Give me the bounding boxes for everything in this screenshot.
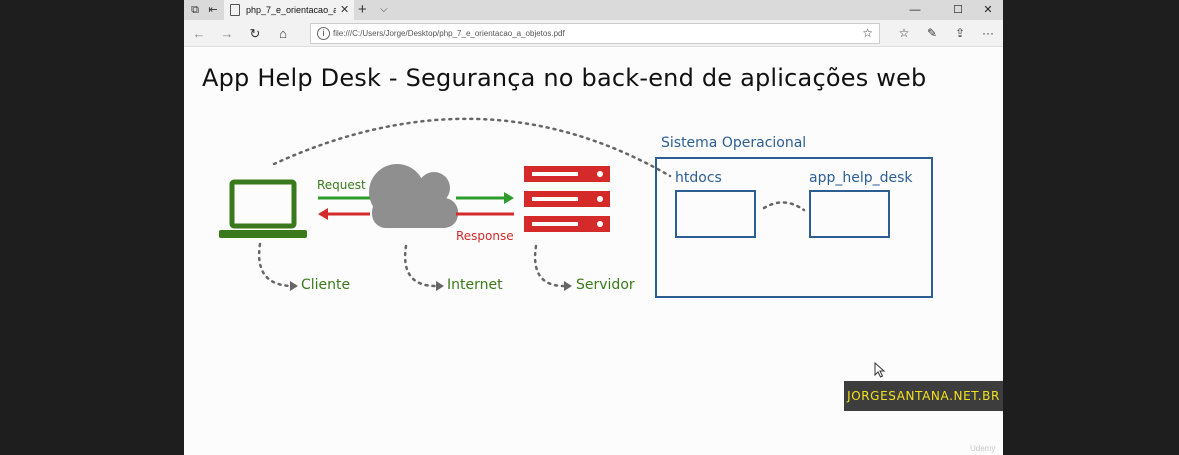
response-label: Response: [456, 229, 514, 243]
app-folder-box: [809, 190, 890, 238]
internet-label: Internet: [447, 277, 503, 293]
set-tabs-aside-icon[interactable]: ⇤: [206, 3, 220, 17]
tab-preview-icon[interactable]: ⧉: [188, 3, 202, 17]
os-label: Sistema Operacional: [661, 135, 807, 151]
letterbox-left: [0, 0, 184, 455]
tab-pdf[interactable]: php_7_e_orientacao_a_objetos ✕: [224, 0, 354, 20]
folder-link: [762, 201, 806, 212]
app-help-desk-label: app_help_desk: [809, 170, 913, 186]
favorites-icon[interactable]: ☆: [894, 24, 914, 43]
share-icon[interactable]: ⇪: [950, 24, 970, 43]
laptop-icon: [219, 179, 307, 238]
tab-bar: ⧉ ⇤ php_7_e_orientacao_a_objetos ✕ + ⌵ —…: [184, 0, 1003, 20]
url-input[interactable]: i file:///C:/Users/Jorge/Desktop/php_7_e…: [310, 23, 880, 44]
new-tab-button[interactable]: +: [358, 0, 367, 19]
info-icon[interactable]: i: [317, 27, 330, 40]
letterbox-right: [1003, 0, 1179, 455]
browser-window: ⧉ ⇤ php_7_e_orientacao_a_objetos ✕ + ⌵ —…: [184, 0, 1003, 455]
back-button[interactable]: ←: [188, 24, 210, 43]
tab-list-chevron-icon[interactable]: ⌵: [380, 0, 388, 20]
address-bar: ← → ↻ ⌂ i file:///C:/Users/Jorge/Desktop…: [184, 20, 1003, 47]
htdocs-label: htdocs: [675, 170, 722, 186]
page-icon: [230, 4, 240, 16]
more-menu-icon[interactable]: ···: [978, 24, 998, 43]
pdf-page: App Help Desk - Segurança no back-end de…: [184, 48, 1003, 455]
htdocs-folder-box: [675, 190, 756, 238]
close-window-button[interactable]: ✕: [973, 0, 1003, 20]
cliente-label: Cliente: [301, 277, 351, 293]
request-label: Request: [317, 178, 366, 192]
mouse-cursor-icon: [874, 362, 886, 378]
web-note-icon[interactable]: ✎: [922, 24, 942, 43]
forward-button[interactable]: →: [216, 24, 238, 43]
favorite-star-icon[interactable]: ☆: [862, 24, 873, 43]
watermark-badge: JORGESANTANA.NET.BR: [844, 381, 1003, 411]
tab-title: php_7_e_orientacao_a_objetos: [246, 5, 336, 15]
maximize-button[interactable]: ☐: [943, 0, 973, 20]
url-text[interactable]: file:///C:/Users/Jorge/Desktop/php_7_e_o…: [333, 24, 565, 43]
server-icon: [524, 166, 610, 232]
udemy-logo: Udemy: [970, 444, 996, 453]
cloud-icon: [369, 164, 458, 228]
tab-close-icon[interactable]: ✕: [340, 0, 349, 20]
refresh-button[interactable]: ↻: [244, 24, 266, 43]
servidor-label: Servidor: [576, 277, 635, 293]
minimize-button[interactable]: —: [900, 0, 930, 20]
home-button[interactable]: ⌂: [272, 24, 294, 43]
connection-arc: [272, 117, 672, 178]
